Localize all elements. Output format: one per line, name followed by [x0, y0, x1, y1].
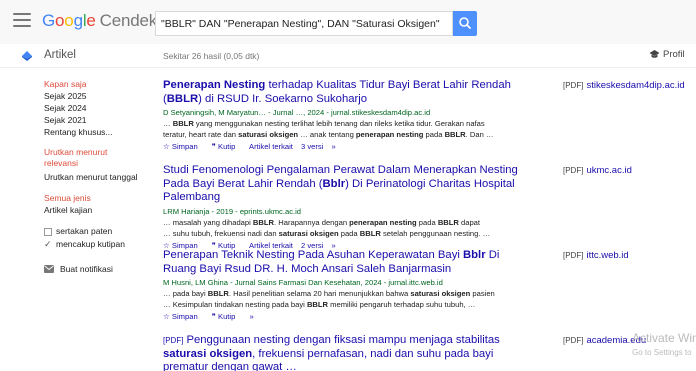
- save-button[interactable]: ☆ Simpan: [163, 142, 204, 151]
- menu-icon[interactable]: [13, 13, 31, 27]
- cite-label: Kutip: [218, 142, 236, 151]
- result-actions: ☆ Simpan ❞ Kutip Artikel terkait 3 versi…: [163, 141, 523, 152]
- pdf-link[interactable]: [PDF] stikeskesdam4dip.ac.id: [563, 80, 685, 91]
- pdf-tag: [PDF]: [563, 336, 584, 345]
- search-result: Studi Fenomenologi Pengalaman Perawat Da…: [163, 164, 523, 251]
- search-result: [PDF] Penggunaan nesting dengan fiksasi m…: [163, 334, 523, 371]
- result-snippet: … BBLR yang menggunakan nesting terlihat…: [163, 118, 523, 140]
- title-highlight: Bblr: [463, 249, 486, 261]
- save-label: Simpan: [171, 312, 198, 321]
- include-patents-checkbox[interactable]: sertakan paten: [44, 225, 154, 238]
- search-input[interactable]: "BBLR" DAN "Penerapan Nesting", DAN "Sat…: [155, 11, 453, 36]
- pdf-link[interactable]: [PDF] ittc.web.id: [563, 250, 629, 261]
- cite-button[interactable]: ❞ Kutip: [212, 142, 242, 151]
- result-authors: D Setyaningsih, M Maryatun… - Jurnal …, …: [163, 108, 431, 117]
- pdf-tag: [PDF]: [563, 166, 584, 175]
- filter-custom-range[interactable]: Rentang khusus...: [44, 126, 154, 138]
- save-label: Simpan: [171, 142, 198, 151]
- save-button[interactable]: ☆ Simpan: [163, 312, 204, 321]
- result-title-link[interactable]: [PDF] Penggunaan nesting dengan fiksasi m…: [163, 334, 523, 371]
- result-actions: ☆ Simpan ❞ Kutip »: [163, 311, 523, 322]
- graduation-cap-icon: [649, 50, 660, 58]
- result-title-link[interactable]: Penerapan Teknik Nesting Pada Asuhan Kep…: [163, 249, 523, 276]
- sort-date[interactable]: Urutkan menurut tanggal: [44, 171, 154, 183]
- pdf-tag: [PDF]: [563, 81, 584, 90]
- activation-watermark-sub: Go to Settings to: [632, 348, 692, 357]
- filter-since-2024[interactable]: Sejak 2024: [44, 102, 154, 114]
- versions-link[interactable]: 3 versi: [301, 142, 323, 151]
- snippet-line: … suhu tubuh, frekuensi nadi dan saturas…: [163, 228, 491, 238]
- sort-relevance[interactable]: Urutkan menurut relevansi: [44, 147, 124, 169]
- snippet-line: … masalah yang dihadapi BBLR. Harapannya…: [163, 217, 481, 227]
- search-button[interactable]: [453, 11, 477, 36]
- logo-google-text: Google: [42, 11, 96, 30]
- cite-label: Kutip: [218, 312, 236, 321]
- snippet-line: teratur, heart rate dan saturasi oksigen…: [163, 130, 494, 139]
- articles-tab[interactable]: Artikel: [44, 49, 76, 61]
- checkmark-icon: [44, 238, 52, 251]
- title-text: Penggunaan nesting dengan fiksasi mampu …: [186, 334, 500, 346]
- activation-watermark: Activate Win: [632, 331, 696, 345]
- checkbox-box: [44, 227, 52, 236]
- title-highlight: Bblr: [322, 177, 346, 190]
- search-result: Penerapan Teknik Nesting Pada Asuhan Kep…: [163, 249, 523, 322]
- type-review[interactable]: Artikel kajian: [44, 204, 154, 216]
- pdf-tag: [PDF]: [563, 251, 584, 260]
- filter-since-2021[interactable]: Sejak 2021: [44, 114, 154, 126]
- pdf-source: ukmc.ac.id: [586, 165, 632, 176]
- result-title-link[interactable]: Penerapan Nesting terhadap Kualitas Tidu…: [163, 79, 523, 106]
- snippet-line: … Kesimpulan tindakan nesting pada bayi …: [163, 300, 476, 309]
- articles-icon: [22, 51, 32, 61]
- related-articles-link[interactable]: Artikel terkait: [249, 142, 293, 151]
- pdf-link[interactable]: [PDF] ukmc.ac.id: [563, 165, 632, 176]
- title-highlight: saturasi oksigen: [163, 347, 253, 360]
- include-citations-checkbox[interactable]: mencakup kutipan: [44, 238, 154, 251]
- create-alert-label: Buat notifikasi: [60, 264, 113, 274]
- include-patents-label: sertakan paten: [56, 226, 113, 236]
- result-authors: LRM Harianja - 2019 - eprints.ukmc.ac.id: [163, 206, 302, 216]
- search-result: Penerapan Nesting terhadap Kualitas Tidu…: [163, 79, 523, 152]
- logo[interactable]: Google Cendekia: [42, 11, 170, 31]
- title-text: ) di RSUD Ir. Soekarno Sukoharjo: [198, 92, 368, 105]
- result-snippet: … masalah yang dihadapi BBLR. Harapannya…: [163, 217, 523, 239]
- profile-label: Profil: [663, 49, 685, 60]
- search-icon: [459, 17, 471, 29]
- title-highlight: Penerapan Nesting: [163, 79, 266, 91]
- pdf-source: stikeskesdam4dip.ac.id: [586, 80, 685, 91]
- result-stats: Sekitar 26 hasil (0,05 dtk): [163, 51, 260, 61]
- snippet-line: … BBLR yang menggunakan nesting terlihat…: [163, 119, 485, 128]
- pdf-tag: [PDF]: [163, 336, 184, 345]
- more-icon[interactable]: »: [332, 142, 336, 151]
- result-title-link[interactable]: Studi Fenomenologi Pengalaman Perawat Da…: [163, 164, 523, 205]
- filter-sidebar: Kapan saja Sejak 2025 Sejak 2024 Sejak 2…: [44, 78, 154, 274]
- profile-link[interactable]: Profil: [649, 49, 685, 60]
- result-snippet: … pada bayi BBLR. Hasil penelitian selam…: [163, 288, 523, 310]
- type-all[interactable]: Semua jenis: [44, 192, 154, 204]
- envelope-icon: [44, 265, 54, 273]
- result-authors: M Husni, LM Ghina - Jurnal Sains Farmasi…: [163, 278, 443, 287]
- title-highlight: BBLR: [166, 92, 199, 105]
- create-alert-link[interactable]: Buat notifikasi: [44, 264, 154, 274]
- filter-since-2025[interactable]: Sejak 2025: [44, 90, 154, 102]
- title-text: Penerapan Teknik Nesting Pada Asuhan Kep…: [163, 249, 463, 261]
- pdf-source: ittc.web.id: [586, 250, 629, 261]
- snippet-line: … pada bayi BBLR. Hasil penelitian selam…: [163, 289, 495, 298]
- cite-button[interactable]: ❞ Kutip: [212, 312, 242, 321]
- more-icon[interactable]: »: [249, 312, 253, 321]
- results-toolbar: Artikel Sekitar 26 hasil (0,05 dtk) Prof…: [0, 44, 696, 68]
- include-citations-label: mencakup kutipan: [56, 239, 125, 249]
- header: Google Cendekia "BBLR" DAN "Penerapan Nes…: [0, 0, 696, 44]
- filter-any-time[interactable]: Kapan saja: [44, 78, 154, 90]
